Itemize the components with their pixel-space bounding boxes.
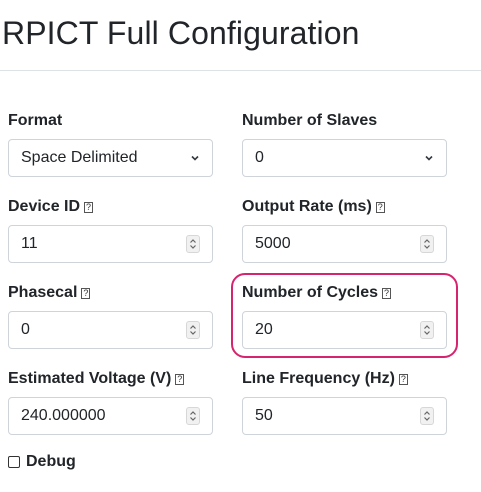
device-id-label: Device ID (8, 198, 81, 215)
format-label: Format (8, 112, 63, 129)
device-id-value: 11 (21, 235, 38, 252)
slaves-select[interactable]: 0 (242, 139, 447, 177)
slaves-field: Number of Slaves 0 (242, 111, 447, 177)
help-icon[interactable]: ? (84, 201, 94, 213)
help-icon[interactable]: ? (398, 373, 408, 385)
help-icon[interactable]: ? (375, 201, 385, 213)
cycles-label: Number of Cycles (242, 284, 379, 301)
slaves-label: Number of Slaves (242, 112, 378, 129)
phasecal-label: Phasecal (8, 284, 78, 301)
line-frequency-field: Line Frequency (Hz) ? 50 (242, 369, 447, 435)
output-rate-field: Output Rate (ms) ? 5000 (242, 197, 447, 263)
slaves-value: 0 (255, 149, 264, 166)
chevron-down-icon (191, 155, 199, 161)
spinner-icon[interactable] (420, 321, 434, 339)
output-rate-value: 5000 (255, 235, 291, 252)
spinner-icon[interactable] (420, 407, 434, 425)
header-divider (0, 70, 481, 71)
phasecal-value: 0 (21, 321, 30, 338)
format-field: Format Space Delimited (8, 111, 213, 177)
help-icon[interactable]: ? (382, 287, 392, 299)
line-frequency-input[interactable]: 50 (242, 397, 447, 435)
output-rate-label: Output Rate (ms) (242, 198, 372, 215)
line-frequency-label: Line Frequency (Hz) (242, 370, 395, 387)
device-id-input[interactable]: 11 (8, 225, 213, 263)
spinner-icon[interactable] (186, 235, 200, 253)
cycles-value: 20 (255, 321, 273, 338)
format-value: Space Delimited (21, 149, 138, 166)
debug-checkbox[interactable] (8, 456, 20, 468)
chevron-down-icon (425, 155, 433, 161)
debug-label: Debug (26, 453, 76, 470)
help-icon[interactable]: ? (81, 287, 91, 299)
phasecal-field: Phasecal ? 0 (8, 283, 213, 349)
help-icon[interactable]: ? (175, 373, 185, 385)
voltage-label: Estimated Voltage (V) (8, 370, 172, 387)
output-rate-input[interactable]: 5000 (242, 225, 447, 263)
device-id-field: Device ID ? 11 (8, 197, 213, 263)
voltage-field: Estimated Voltage (V) ? 240.000000 (8, 369, 213, 435)
spinner-icon[interactable] (186, 321, 200, 339)
phasecal-input[interactable]: 0 (8, 311, 213, 349)
line-frequency-value: 50 (255, 407, 273, 424)
spinner-icon[interactable] (186, 407, 200, 425)
voltage-value: 240.000000 (21, 407, 106, 424)
format-select[interactable]: Space Delimited (8, 139, 213, 177)
voltage-input[interactable]: 240.000000 (8, 397, 213, 435)
debug-checkbox-row[interactable]: Debug (8, 453, 76, 471)
spinner-icon[interactable] (420, 235, 434, 253)
cycles-input[interactable]: 20 (242, 311, 447, 349)
cycles-field: Number of Cycles ? 20 (242, 283, 447, 349)
page-title: RPICT Full Configuration (2, 15, 360, 51)
